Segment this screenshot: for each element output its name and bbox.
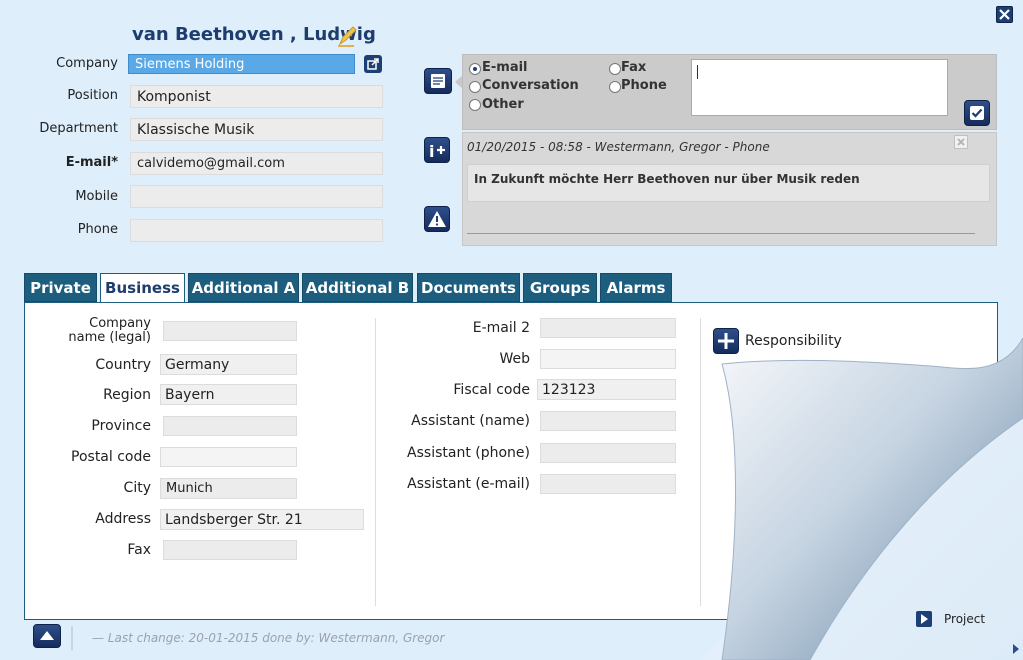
- tab-additional-a[interactable]: Additional A: [188, 273, 299, 302]
- province-field[interactable]: [163, 416, 297, 436]
- assistant-phone-field[interactable]: [540, 443, 676, 463]
- add-info-button[interactable]: i: [424, 137, 450, 163]
- history-divider: [467, 233, 975, 234]
- history-delete-button[interactable]: [954, 135, 968, 149]
- history-header: 01/20/2015 - 08:58 - Westermann, Gregor …: [467, 140, 770, 154]
- arrow-up-icon: [40, 631, 54, 640]
- radio-other-label: Other: [482, 97, 524, 112]
- radio-fax[interactable]: [609, 63, 621, 75]
- city-label: City: [123, 480, 151, 496]
- confirm-button[interactable]: [964, 100, 990, 126]
- new-note-button[interactable]: [424, 68, 452, 94]
- radio-phone[interactable]: [609, 81, 621, 93]
- assistant-phone-label: Assistant (phone): [407, 445, 530, 461]
- assistant-name-field[interactable]: [540, 411, 676, 431]
- radio-other[interactable]: [469, 99, 481, 111]
- radio-conversation-label: Conversation: [482, 78, 579, 93]
- address-label: Address: [95, 511, 151, 527]
- email-label: E-mail*: [65, 155, 118, 170]
- open-company-button[interactable]: [364, 55, 382, 73]
- checkmark-icon: [970, 106, 984, 120]
- department-label: Department: [39, 121, 118, 136]
- project-label[interactable]: Project: [944, 612, 985, 626]
- province-label: Province: [91, 418, 151, 434]
- country-label: Country: [95, 357, 151, 373]
- company-label: Company: [56, 56, 118, 71]
- region-label: Region: [103, 387, 151, 403]
- company-field[interactable]: Siemens Holding: [128, 54, 355, 74]
- position-field[interactable]: Komponist: [130, 85, 383, 108]
- assistant-email-field[interactable]: [540, 474, 676, 494]
- postal-code-field[interactable]: [160, 447, 297, 467]
- phone-label: Phone: [77, 222, 118, 237]
- email2-field[interactable]: [540, 318, 676, 338]
- info-plus-icon: i: [429, 142, 445, 161]
- close-button[interactable]: [996, 6, 1013, 23]
- city-field[interactable]: Munich: [160, 478, 297, 499]
- tab-additional-b[interactable]: Additional B: [302, 273, 413, 302]
- note-cursor: [697, 65, 698, 79]
- svg-text:i: i: [429, 142, 434, 161]
- note-textarea[interactable]: [691, 59, 948, 116]
- assistant-email-label: Assistant (e-mail): [407, 476, 530, 492]
- corner-arrow-icon[interactable]: [1010, 640, 1022, 658]
- project-button[interactable]: [916, 611, 932, 627]
- note-icon: [431, 74, 445, 88]
- radio-fax-label: Fax: [621, 60, 647, 75]
- position-label: Position: [67, 88, 118, 103]
- scroll-top-button[interactable]: [33, 624, 61, 648]
- fax-label: Fax: [127, 542, 151, 558]
- radio-phone-label: Phone: [621, 78, 667, 93]
- alert-button[interactable]: [424, 206, 450, 232]
- play-icon: [921, 614, 928, 624]
- tab-business[interactable]: Business: [100, 273, 185, 303]
- last-change-text: — Last change: 20-01-2015 done by: Weste…: [92, 631, 445, 645]
- department-field[interactable]: Klassische Musik: [130, 118, 383, 141]
- mobile-label: Mobile: [75, 189, 118, 204]
- history-text: In Zukunft möchte Herr Beethoven nur übe…: [474, 172, 860, 186]
- legal-name-label: Company name (legal): [68, 316, 151, 345]
- address-field[interactable]: Landsberger Str. 21: [160, 509, 364, 530]
- fiscal-code-label: Fiscal code: [453, 382, 530, 398]
- external-link-icon: [367, 58, 379, 70]
- tab-groups[interactable]: Groups: [523, 273, 597, 302]
- phone-field[interactable]: [130, 219, 383, 242]
- fiscal-code-field[interactable]: 123123: [537, 379, 676, 400]
- tab-documents[interactable]: Documents: [417, 273, 520, 302]
- radio-email-label: E-mail: [482, 60, 528, 75]
- web-label: Web: [499, 351, 530, 367]
- footer-divider: [71, 626, 73, 650]
- fax-field[interactable]: [163, 540, 297, 560]
- email-field[interactable]: calvidemo@gmail.com: [130, 152, 383, 175]
- radio-conversation[interactable]: [469, 81, 481, 93]
- email2-label: E-mail 2: [472, 320, 530, 336]
- legal-name-field[interactable]: [163, 321, 297, 341]
- close-icon: [957, 138, 965, 146]
- assistant-name-label: Assistant (name): [411, 413, 530, 429]
- web-field[interactable]: [540, 349, 676, 369]
- region-field[interactable]: Bayern: [160, 384, 297, 405]
- pencil-icon[interactable]: [336, 24, 358, 48]
- warning-icon: [428, 211, 446, 227]
- country-field[interactable]: Germany: [160, 354, 297, 375]
- tab-alarms[interactable]: Alarms: [600, 273, 672, 302]
- radio-email[interactable]: [469, 63, 481, 75]
- tab-private[interactable]: Private: [24, 273, 97, 302]
- mobile-field[interactable]: [130, 185, 383, 208]
- column-divider: [375, 318, 376, 606]
- close-icon: [999, 9, 1010, 20]
- postal-code-label: Postal code: [71, 449, 151, 465]
